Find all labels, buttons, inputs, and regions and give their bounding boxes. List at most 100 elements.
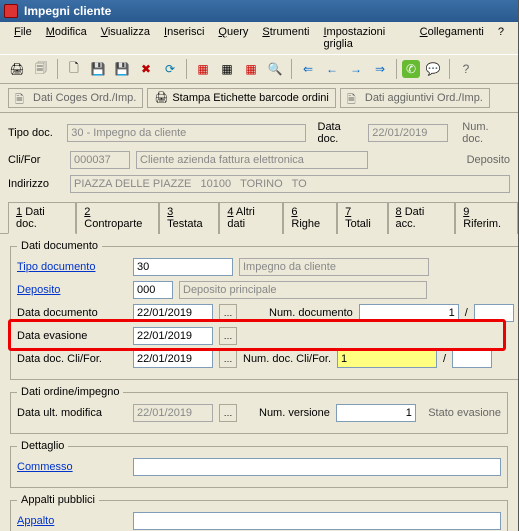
- clifor-desc-field[interactable]: [136, 151, 368, 169]
- tipo-documento-link[interactable]: Tipo documento: [17, 261, 127, 273]
- menu-strumenti[interactable]: Strumenti: [256, 24, 315, 52]
- num-doc-clifor-suffix[interactable]: [452, 350, 492, 368]
- commesso-field[interactable]: [133, 458, 501, 476]
- date-picker-button[interactable]: …: [219, 327, 237, 345]
- tab-riferim[interactable]: 9 Riferim.: [455, 202, 518, 234]
- separator: [449, 59, 450, 79]
- menu-query[interactable]: Query: [212, 24, 254, 52]
- num-doc-clifor-field[interactable]: [337, 350, 437, 368]
- clifor-label: Cli/For: [8, 154, 64, 166]
- clifor-code-field[interactable]: [70, 151, 130, 169]
- chat-icon[interactable]: 💬: [422, 58, 444, 80]
- tab-body: Dati documento Tipo documento Caus. Ord/…: [0, 234, 518, 531]
- tab-controparte[interactable]: 2 Controparte: [76, 202, 159, 234]
- menu-file[interactable]: File: [8, 24, 38, 52]
- appalto-field[interactable]: [133, 512, 501, 530]
- toolbar-main: 🖨 🗐 🗋 💾 💾 ✖ ⟳ ▦ ▦ ▦ 🔍 ⇐ ← → ⇒ ✆ 💬 ?: [0, 55, 518, 84]
- data-ult-modifica-label: Data ult. modifica: [17, 407, 127, 419]
- deposito-field[interactable]: [133, 281, 173, 299]
- dati-aggiuntivi-button[interactable]: 🗎 Dati aggiuntivi Ord./Imp.: [340, 88, 490, 108]
- num-versione-field[interactable]: [336, 404, 416, 422]
- toolbar-second: 🗎 Dati Coges Ord./Imp. 🖨 Stampa Etichett…: [0, 84, 518, 113]
- tab-dati-acc[interactable]: 8 Dati acc.: [388, 202, 456, 234]
- legend-dati-documento: Dati documento: [17, 240, 102, 252]
- fieldset-appalti: Appalti pubblici Appalto: [10, 494, 508, 531]
- tipo-documento-field[interactable]: [133, 258, 233, 276]
- menu-bar: File Modifica Visualizza Inserisci Query…: [0, 22, 518, 55]
- menu-help[interactable]: ?: [492, 24, 510, 52]
- doc-icon: 🗎: [15, 91, 29, 105]
- indirizzo-label: Indirizzo: [8, 178, 64, 190]
- first-icon[interactable]: ⇐: [297, 58, 319, 80]
- num-documento-suffix[interactable]: [474, 304, 514, 322]
- dati-coges-label: Dati Coges Ord./Imp.: [33, 92, 136, 104]
- data-evasione-label: Data evasione: [17, 330, 127, 342]
- num-versione-label: Num. versione: [259, 407, 330, 419]
- tab-altri-dati[interactable]: 4 Altri dati: [219, 202, 283, 234]
- window-title: Impegni cliente: [24, 4, 111, 18]
- dati-coges-button[interactable]: 🗎 Dati Coges Ord./Imp.: [8, 88, 143, 108]
- data-documento-field[interactable]: [133, 304, 213, 322]
- num-documento-label: Num. documento: [269, 307, 353, 319]
- separator: [396, 59, 397, 79]
- doc-icon: 🗎: [347, 91, 361, 105]
- tipo-documento-desc: [239, 258, 429, 276]
- num-doc-clifor-label: Num. doc. Cli/For.: [243, 353, 331, 365]
- date-picker-button[interactable]: …: [219, 304, 237, 322]
- appalto-link[interactable]: Appalto: [17, 515, 127, 527]
- grid-icon[interactable]: ▦: [216, 58, 238, 80]
- num-doc-label: Num. doc.: [462, 121, 510, 145]
- tab-totali[interactable]: 7 Totali: [337, 202, 387, 234]
- data-doc-field[interactable]: [368, 124, 448, 142]
- title-bar: Impegni cliente: [0, 0, 518, 22]
- tab-testata[interactable]: 3 Testata: [159, 202, 219, 234]
- tab-strip: 1 Dati doc. 2 Controparte 3 Testata 4 Al…: [0, 201, 518, 234]
- indirizzo-field[interactable]: [70, 175, 510, 193]
- menu-visualizza[interactable]: Visualizza: [95, 24, 156, 52]
- phone-icon[interactable]: ✆: [402, 60, 420, 78]
- app-icon: [4, 4, 18, 18]
- data-ult-modifica-field: [133, 404, 213, 422]
- tab-righe[interactable]: 6 Righe: [283, 202, 337, 234]
- refresh-icon[interactable]: ⟳: [159, 58, 181, 80]
- legend-appalti: Appalti pubblici: [17, 494, 99, 506]
- delete-icon[interactable]: ✖: [135, 58, 157, 80]
- prev-icon[interactable]: ←: [321, 58, 343, 80]
- fieldset-dettaglio: Dettaglio Commesso: [10, 440, 508, 488]
- tab-dati-doc[interactable]: 1 Dati doc.: [8, 202, 76, 234]
- separator: [291, 59, 292, 79]
- grid-red-icon[interactable]: ▦: [192, 58, 214, 80]
- data-evasione-field[interactable]: [133, 327, 213, 345]
- dati-aggiuntivi-label: Dati aggiuntivi Ord./Imp.: [365, 92, 483, 104]
- deposito-link[interactable]: Deposito: [17, 284, 127, 296]
- deposito-label: Deposito: [467, 154, 510, 166]
- menu-impostazioni-griglia[interactable]: Impostazioni griglia: [317, 24, 411, 52]
- save-plus-icon[interactable]: 💾: [111, 58, 133, 80]
- tipo-doc-field[interactable]: [67, 124, 305, 142]
- printer-icon: 🖨: [154, 91, 168, 105]
- date-picker-button[interactable]: …: [219, 350, 237, 368]
- data-doc-clifor-field[interactable]: [133, 350, 213, 368]
- legend-dettaglio: Dettaglio: [17, 440, 68, 452]
- grid-x-icon[interactable]: ▦: [240, 58, 262, 80]
- menu-modifica[interactable]: Modifica: [40, 24, 93, 52]
- print-icon[interactable]: 🖨: [6, 58, 28, 80]
- num-documento-field[interactable]: [359, 304, 459, 322]
- save-icon[interactable]: 💾: [87, 58, 109, 80]
- docs-icon[interactable]: 🗐: [30, 58, 52, 80]
- last-icon[interactable]: ⇒: [369, 58, 391, 80]
- stampa-etichette-button[interactable]: 🖨 Stampa Etichette barcode ordini: [147, 88, 336, 108]
- date-picker-button[interactable]: …: [219, 404, 237, 422]
- data-doc-label: Data doc.: [318, 121, 363, 145]
- next-icon[interactable]: →: [345, 58, 367, 80]
- menu-collegamenti[interactable]: Collegamenti: [414, 24, 490, 52]
- stampa-etichette-label: Stampa Etichette barcode ordini: [172, 92, 329, 104]
- help-icon[interactable]: ?: [455, 58, 477, 80]
- commesso-link[interactable]: Commesso: [17, 461, 127, 473]
- legend-dati-ordine: Dati ordine/impegno: [17, 386, 123, 398]
- menu-inserisci[interactable]: Inserisci: [158, 24, 210, 52]
- separator: [186, 59, 187, 79]
- deposito-desc: [179, 281, 427, 299]
- new-icon[interactable]: 🗋: [63, 58, 85, 80]
- search-icon[interactable]: 🔍: [264, 58, 286, 80]
